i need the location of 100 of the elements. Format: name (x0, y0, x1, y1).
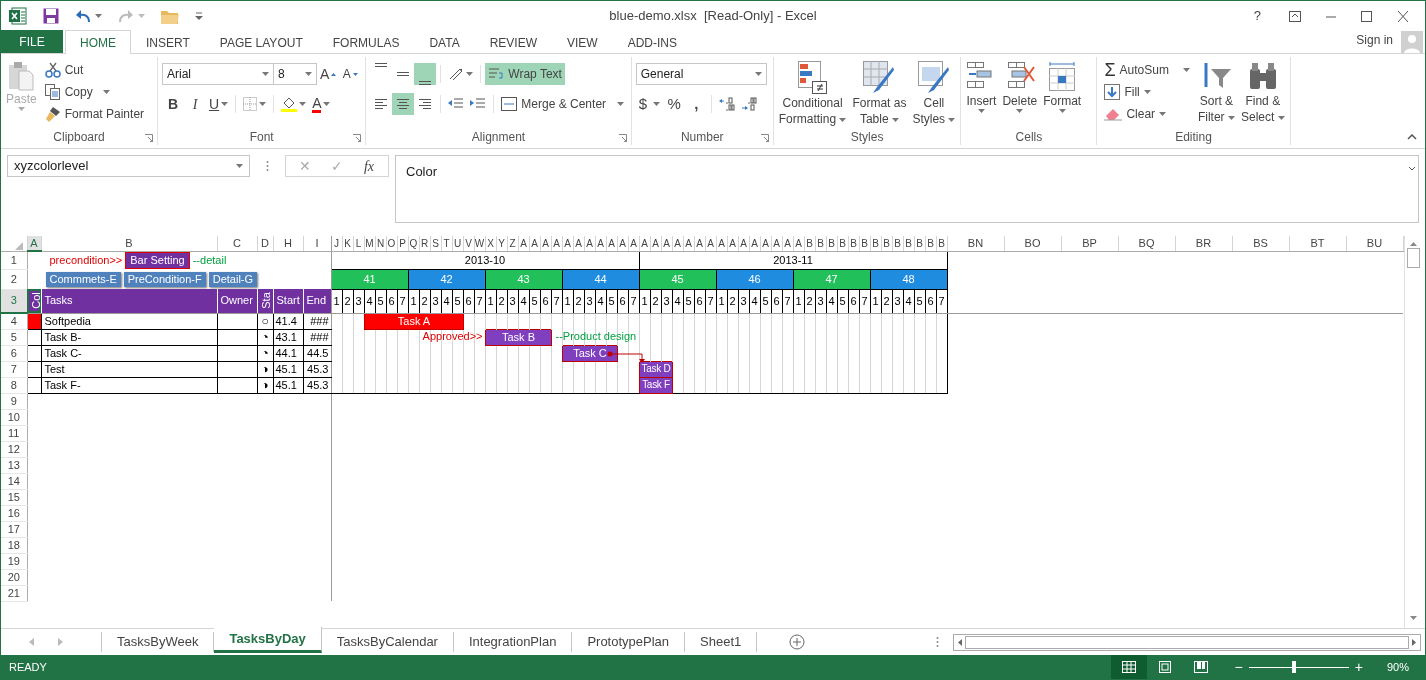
column-header[interactable]: M (364, 236, 375, 251)
row-header[interactable]: 2 (1, 269, 27, 289)
column-header[interactable]: A (562, 236, 573, 251)
column-header[interactable]: A (639, 236, 650, 251)
ribbon-tab[interactable]: REVIEW (474, 31, 552, 54)
column-header[interactable]: A (683, 236, 694, 251)
ribbon-button[interactable]: Format as Table (851, 59, 908, 129)
close-icon[interactable] (1397, 10, 1409, 22)
column-header[interactable]: A (727, 236, 738, 251)
column-header[interactable]: T (441, 236, 452, 251)
column-header[interactable]: B (925, 236, 936, 251)
column-header[interactable]: Q (408, 236, 419, 251)
column-header[interactable]: A (749, 236, 760, 251)
column-header[interactable]: B (41, 236, 217, 251)
column-header[interactable]: O (386, 236, 397, 251)
column-header[interactable]: W (474, 236, 485, 251)
font-color-button[interactable]: A (309, 93, 334, 115)
column-header[interactable]: C (217, 236, 257, 251)
scroll-right-icon[interactable] (1412, 638, 1416, 646)
column-header[interactable]: BO (1004, 236, 1061, 251)
sheet-tab[interactable]: TasksByDay (214, 627, 322, 653)
zoom-level[interactable]: 90% (1386, 658, 1409, 676)
column-header[interactable]: A (661, 236, 672, 251)
column-header[interactable]: A (518, 236, 529, 251)
italic-button[interactable]: I (184, 93, 206, 115)
column-header[interactable]: A (628, 236, 639, 251)
shrink-font-button[interactable]: A (339, 63, 362, 85)
scroll-left-icon[interactable] (958, 638, 962, 646)
scroll-thumb[interactable] (965, 635, 1409, 649)
column-header[interactable]: A (672, 236, 683, 251)
fill-button[interactable]: Fill (1101, 81, 1193, 103)
column-header[interactable]: B (914, 236, 925, 251)
column-header[interactable]: A (584, 236, 595, 251)
ribbon-tab[interactable]: VIEW (552, 31, 613, 54)
bar-setting-button[interactable]: Bar Setting (125, 252, 190, 269)
column-header[interactable]: Y (496, 236, 507, 251)
scroll-down-icon[interactable] (1410, 616, 1417, 620)
ribbon-button[interactable]: Insert (965, 59, 998, 129)
column-header[interactable]: A (771, 236, 782, 251)
font-name-dropdown[interactable]: Arial (162, 63, 274, 85)
expand-icon[interactable] (1408, 166, 1416, 171)
cut-button[interactable]: Cut (41, 59, 148, 81)
column-header[interactable]: B (815, 236, 826, 251)
sign-in-link[interactable]: Sign in (1356, 31, 1393, 49)
maximize-icon[interactable] (1361, 10, 1373, 22)
dialog-launcher-icon[interactable] (145, 134, 153, 142)
column-header[interactable]: A (595, 236, 606, 251)
column-header[interactable]: B (848, 236, 859, 251)
column-header[interactable]: BT (1289, 236, 1346, 251)
ribbon-button[interactable]: Format (1042, 59, 1083, 129)
collapse-ribbon-icon[interactable] (1407, 134, 1417, 140)
ribbon-tab[interactable]: ADD-INS (612, 31, 692, 54)
ribbon-tab[interactable]: HOME (65, 30, 131, 54)
insert-function-button[interactable]: fx (356, 155, 382, 177)
save-icon[interactable] (43, 8, 59, 24)
column-header[interactable]: B (892, 236, 903, 251)
ribbon-button[interactable]: Delete (1001, 59, 1039, 129)
column-header[interactable]: BQ (1118, 236, 1175, 251)
column-header[interactable]: L (353, 236, 364, 251)
column-header[interactable]: B (870, 236, 881, 251)
column-header[interactable]: A (650, 236, 661, 251)
column-header[interactable]: A (738, 236, 749, 251)
underline-button[interactable]: U (206, 93, 232, 115)
align-button[interactable] (392, 93, 415, 115)
merge-center-button[interactable]: Merge & Center (498, 93, 627, 115)
column-header[interactable]: B (936, 236, 947, 251)
column-header[interactable]: A (529, 236, 540, 251)
column-header[interactable]: B (881, 236, 892, 251)
sheet-button[interactable]: Commmets-E (45, 271, 121, 287)
column-header[interactable]: B (804, 236, 815, 251)
column-header[interactable]: B (826, 236, 837, 251)
column-header[interactable]: A (782, 236, 793, 251)
column-header[interactable]: A (694, 236, 705, 251)
font-size-dropdown[interactable]: 8 (274, 63, 317, 85)
autosum-button[interactable]: Σ AutoSum (1101, 59, 1193, 81)
column-header[interactable]: BN (947, 236, 1004, 251)
name-box[interactable]: xyzcolorlevel (7, 155, 250, 177)
scroll-up-icon[interactable] (1410, 242, 1417, 246)
sheet-button[interactable]: PreCondition-F (123, 271, 206, 287)
file-tab[interactable]: FILE (1, 30, 63, 53)
percent-button[interactable]: % (663, 93, 686, 115)
row-header[interactable]: 3 (1, 289, 27, 313)
column-header[interactable]: H (273, 236, 303, 251)
ribbon-button[interactable]: Find & Select (1239, 59, 1286, 129)
column-header[interactable]: J (331, 236, 342, 251)
ribbon-display-icon[interactable] (1289, 10, 1301, 22)
column-header[interactable]: BU (1346, 236, 1403, 251)
column-header[interactable]: A (606, 236, 617, 251)
comma-button[interactable]: , (685, 93, 708, 115)
sheet-button[interactable]: Detail-G (208, 271, 258, 287)
column-header[interactable]: K (342, 236, 353, 251)
column-header[interactable]: A (705, 236, 716, 251)
column-header[interactable]: P (397, 236, 408, 251)
column-header[interactable]: R (419, 236, 430, 251)
add-sheet-icon[interactable] (789, 634, 806, 650)
undo-icon[interactable] (75, 9, 91, 23)
column-header[interactable]: A (573, 236, 584, 251)
ribbon-tab[interactable]: PAGE LAYOUT (204, 31, 318, 54)
column-header[interactable]: B (837, 236, 848, 251)
column-header[interactable]: A (540, 236, 551, 251)
